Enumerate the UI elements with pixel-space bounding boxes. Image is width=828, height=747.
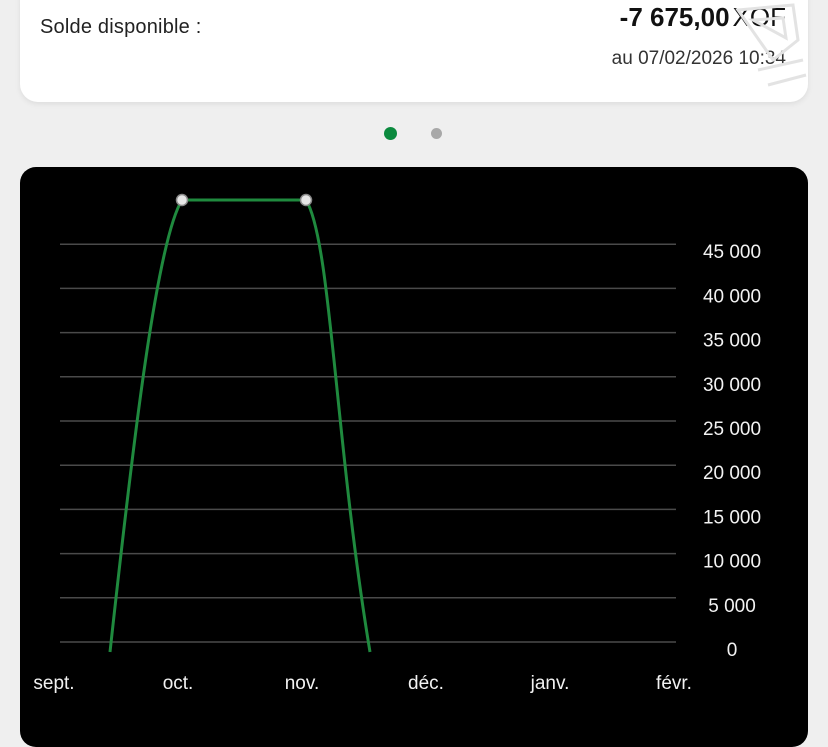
y-tick-label: 15 000 (703, 507, 761, 528)
chart-y-axis: 0 5 000 10 000 15 000 20 000 25 000 30 000 35 0… (703, 242, 761, 661)
chart-series-line (108, 198, 372, 653)
y-tick-label: 10 000 (703, 552, 761, 573)
carousel-pager (0, 127, 828, 141)
y-tick-label: 30 000 (703, 375, 761, 396)
x-tick-label: sept. (33, 673, 74, 694)
y-tick-label: 20 000 (703, 463, 761, 484)
x-tick-label: janv. (530, 673, 570, 694)
chart-x-axis: sept. oct. nov. déc. janv. févr. (33, 673, 692, 694)
x-tick-label: oct. (163, 673, 194, 694)
balance-card: Solde disponible : -7 675,00 XOF au 07/02… (20, 0, 808, 102)
y-tick-label: 35 000 (703, 331, 761, 352)
y-tick-label: 40 000 (703, 286, 761, 307)
balance-chart: 0 5 000 10 000 15 000 20 000 25 000 30 000 35 0… (20, 167, 808, 747)
chart-data-point[interactable] (299, 193, 313, 207)
watermark-icon (735, 3, 807, 87)
x-tick-label: déc. (408, 673, 444, 694)
y-tick-label: 0 (727, 640, 738, 661)
chart-svg: 0 5 000 10 000 15 000 20 000 25 000 30 000 35 0… (33, 193, 761, 694)
balance-label: Solde disponible : (40, 16, 202, 38)
chart-data-point[interactable] (175, 193, 189, 207)
x-tick-label: nov. (285, 673, 320, 694)
y-tick-label: 45 000 (703, 242, 761, 263)
y-tick-label: 5 000 (708, 596, 756, 617)
y-tick-label: 25 000 (703, 419, 761, 440)
x-tick-label: févr. (656, 673, 692, 694)
chart-gridlines (60, 243, 676, 643)
pager-dot-inactive[interactable] (431, 128, 442, 139)
pager-dot-active[interactable] (384, 127, 397, 140)
